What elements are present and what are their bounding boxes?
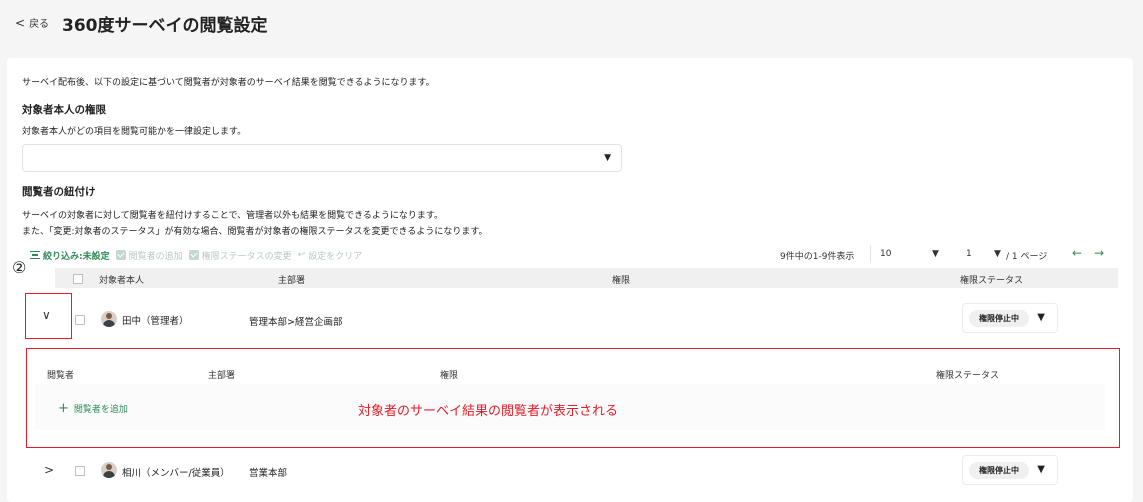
sub-header-status: 権限ステータス <box>936 371 1000 381</box>
header-status: 権限ステータス <box>960 276 1024 286</box>
status-select[interactable]: 権限停止中 ▼ <box>962 303 1058 333</box>
change-status-button[interactable]: 権限ステータスの変更 <box>188 249 292 262</box>
back-button[interactable]: < 戻る <box>15 15 50 31</box>
chevron-left-icon: < <box>15 15 26 30</box>
row-department: 営業本部 <box>249 468 288 479</box>
row-department: 管理本部>経営企画部 <box>249 317 343 328</box>
page-header: < 戻る 360度サーベイの閲覧設定 <box>0 0 1143 48</box>
intro-text: サーベイ配布後、以下の設定に基づいて閲覧者が対象者のサーベイ結果を閲覧できるよう… <box>22 78 435 88</box>
avatar <box>101 311 117 327</box>
clear-settings-label: 設定をクリア <box>308 251 363 262</box>
checkbox-icon <box>115 250 126 260</box>
header-department: 主部署 <box>278 276 306 286</box>
sub-header-department: 主部署 <box>208 371 236 381</box>
pager-summary: 9件中の1-9件表示 <box>780 252 855 262</box>
header-permission: 権限 <box>612 276 631 286</box>
row-checkbox[interactable] <box>75 466 85 476</box>
chevron-down-icon[interactable]: ∨ <box>42 308 51 322</box>
filter-icon <box>30 251 40 259</box>
per-page-select[interactable]: 10 <box>880 249 891 265</box>
back-label: 戻る <box>29 19 50 30</box>
page-title: 360度サーベイの閲覧設定 <box>62 16 268 36</box>
chevron-right-icon[interactable]: > <box>44 463 54 477</box>
viewer-link-description-1: サーベイの対象者に対して閲覧者を紐付けすることで、管理者以外も結果を閲覧できるよ… <box>22 211 444 221</box>
sub-table-header: 閲覧者 主部署 権限 権限ステータス <box>34 360 1105 384</box>
arrow-right-icon[interactable]: → <box>1094 246 1104 260</box>
self-permission-description: 対象者本人がどの項目を閲覧可能かを一律設定します。 <box>22 127 247 137</box>
annotation-number: ② <box>12 258 27 277</box>
row-target-name: 相川（メンバー/従業員） <box>122 468 230 479</box>
self-permission-select[interactable]: ▼ <box>22 144 622 172</box>
clear-settings-button[interactable]: ↩ 設定をクリア <box>298 249 363 262</box>
viewer-sub-table: 閲覧者 主部署 権限 権限ステータス + 閲覧者を追加 対象者のサーベイ結果の閲… <box>34 360 1105 430</box>
add-viewer-toolbar-button[interactable]: 閲覧者の追加 <box>115 249 183 262</box>
caret-down-icon: ▼ <box>932 249 939 259</box>
add-viewer-toolbar-label: 閲覧者の追加 <box>128 251 183 262</box>
status-badge: 権限停止中 <box>969 310 1029 327</box>
caret-down-icon: ▼ <box>1037 312 1045 323</box>
status-badge: 権限停止中 <box>969 462 1029 479</box>
arrow-left-icon[interactable]: ← <box>1072 246 1082 260</box>
sub-table-body: + 閲覧者を追加 対象者のサーベイ結果の閲覧者が表示される <box>34 384 1105 430</box>
caret-down-icon: ▼ <box>604 153 611 163</box>
page-select[interactable]: 1 <box>966 249 972 265</box>
viewer-link-description-2: また、「変更:対象者のステータス」が有効な場合、閲覧者が対象者の権限ステータスを… <box>22 227 488 237</box>
caret-down-icon: ▼ <box>1037 464 1045 475</box>
status-select[interactable]: 権限停止中 ▼ <box>962 455 1058 485</box>
change-status-label: 権限ステータスの変更 <box>201 251 292 262</box>
table-header-row <box>55 268 1118 288</box>
filter-button[interactable]: 絞り込み:未設定 <box>30 249 110 262</box>
undo-icon: ↩ <box>297 250 306 260</box>
viewer-annotation: 対象者のサーベイ結果の閲覧者が表示される <box>358 404 619 419</box>
self-permission-heading: 対象者本人の権限 <box>22 104 106 116</box>
viewer-link-heading: 閲覧者の紐付け <box>22 186 96 198</box>
header-target: 対象者本人 <box>99 276 145 286</box>
filter-label: 絞り込み:未設定 <box>43 251 110 262</box>
sub-header-permission: 権限 <box>440 371 459 381</box>
add-viewer-button[interactable]: + 閲覧者を追加 <box>58 402 128 415</box>
add-viewer-label: 閲覧者を追加 <box>73 405 128 415</box>
checkbox-icon <box>188 250 199 260</box>
caret-down-icon: ▼ <box>994 249 1001 259</box>
total-pages: / 1 ページ <box>1006 252 1048 262</box>
table-toolbar: 絞り込み:未設定 閲覧者の追加 権限ステータスの変更 ↩ 設定をクリア <box>30 247 362 263</box>
sub-header-viewer: 閲覧者 <box>47 371 75 381</box>
plus-icon: + <box>58 401 69 416</box>
avatar <box>101 462 117 478</box>
row-target-name: 田中（管理者） <box>122 316 189 327</box>
pager-divider <box>870 246 871 262</box>
select-all-checkbox[interactable] <box>73 274 83 284</box>
row-checkbox[interactable] <box>75 315 85 325</box>
